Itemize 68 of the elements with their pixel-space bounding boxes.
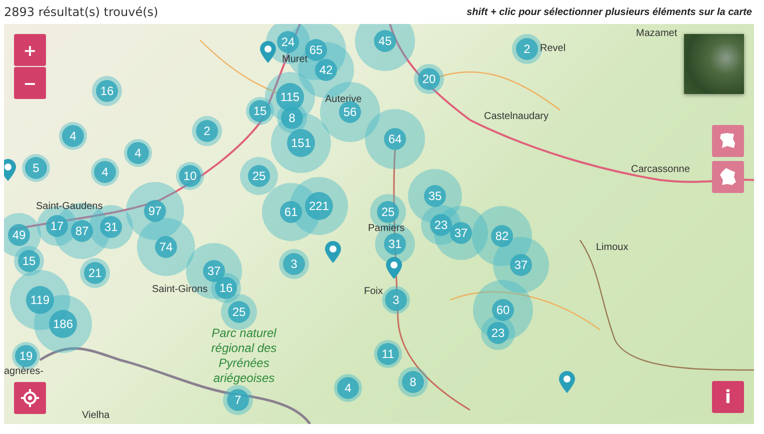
cluster-marker[interactable]: 4: [337, 377, 359, 399]
cluster-marker[interactable]: 151: [287, 129, 315, 157]
cluster-marker[interactable]: 31: [384, 233, 406, 255]
place-label: Saint-Girons: [152, 283, 208, 297]
place-label: Foix: [364, 285, 383, 299]
cluster-marker[interactable]: 3: [283, 253, 305, 275]
cluster-marker[interactable]: 17: [46, 215, 68, 237]
cluster-marker[interactable]: 15: [18, 250, 40, 272]
place-label: Castelnaudary: [484, 110, 548, 124]
zoom-in-button[interactable]: +: [14, 34, 46, 66]
cluster-marker[interactable]: 49: [8, 224, 30, 246]
cluster-marker[interactable]: 37: [203, 260, 225, 282]
info-button[interactable]: i: [712, 381, 744, 413]
cluster-marker[interactable]: 20: [418, 68, 440, 90]
place-label: Carcassonne: [631, 163, 690, 177]
cluster-marker[interactable]: 82: [491, 225, 513, 247]
cluster-marker[interactable]: 42: [315, 59, 337, 81]
place-label: agnères-: [4, 365, 44, 379]
cluster-marker[interactable]: 4: [62, 125, 84, 147]
cluster-marker[interactable]: 25: [377, 201, 399, 223]
cluster-marker[interactable]: 87: [71, 220, 93, 242]
cluster-marker[interactable]: 2: [196, 120, 218, 142]
cluster-marker[interactable]: 186: [49, 310, 77, 338]
place-label: Revel: [540, 42, 566, 56]
cluster-marker[interactable]: 5: [25, 157, 47, 179]
cluster-marker[interactable]: 3: [385, 289, 407, 311]
cluster-marker[interactable]: 56: [339, 101, 361, 123]
cluster-marker[interactable]: 115: [276, 83, 304, 111]
zoom-out-button[interactable]: −: [14, 67, 46, 99]
cluster-marker[interactable]: 4: [94, 161, 116, 183]
cluster-marker[interactable]: 31: [100, 216, 122, 238]
selection-hint: shift + clic pour sélectionner plusieurs éléments sur la carte: [466, 6, 752, 18]
cluster-marker[interactable]: 21: [84, 262, 106, 284]
cluster-marker[interactable]: 10: [179, 165, 201, 187]
cluster-marker[interactable]: 11: [377, 343, 399, 365]
cluster-marker[interactable]: 97: [144, 200, 166, 222]
cluster-marker[interactable]: 37: [450, 222, 472, 244]
place-label: Limoux: [596, 241, 628, 255]
cluster-marker[interactable]: 35: [424, 185, 446, 207]
cluster-marker[interactable]: 25: [248, 165, 270, 187]
cluster-marker[interactable]: 8: [281, 107, 303, 129]
place-label: Muret: [282, 53, 308, 67]
place-label: Pamiers: [368, 222, 405, 236]
cluster-marker[interactable]: 16: [215, 277, 237, 299]
cluster-marker[interactable]: 45: [374, 30, 396, 52]
cluster-marker[interactable]: 60: [492, 299, 514, 321]
place-label: Saint-Gaudens: [36, 200, 103, 214]
result-count: 2893 résultat(s) trouvé(s): [4, 5, 158, 19]
cluster-marker[interactable]: 4: [127, 142, 149, 164]
cluster-marker[interactable]: 119: [26, 286, 54, 314]
cluster-marker[interactable]: 7: [227, 389, 249, 411]
cluster-marker[interactable]: 24: [277, 31, 299, 53]
cluster-marker[interactable]: 25: [228, 301, 250, 323]
cluster-marker[interactable]: 15: [249, 100, 271, 122]
cluster-marker[interactable]: 61: [280, 201, 302, 223]
cluster-marker[interactable]: 19: [15, 345, 37, 367]
cluster-marker[interactable]: 8: [402, 371, 424, 393]
cluster-marker[interactable]: 221: [305, 192, 333, 220]
cluster-marker[interactable]: 37: [510, 254, 532, 276]
place-label: Mazamet: [636, 27, 678, 41]
park-label: Parc naturel régional des Pyrénées ariégeoises: [210, 326, 278, 386]
cluster-marker[interactable]: 23: [430, 214, 452, 236]
place-label: Vielha: [82, 409, 110, 423]
cluster-marker[interactable]: 16: [96, 80, 118, 102]
cluster-marker[interactable]: 2: [516, 38, 538, 60]
cluster-marker[interactable]: 64: [384, 128, 406, 150]
cluster-marker[interactable]: 23: [487, 322, 509, 344]
cluster-marker[interactable]: 74: [155, 236, 177, 258]
